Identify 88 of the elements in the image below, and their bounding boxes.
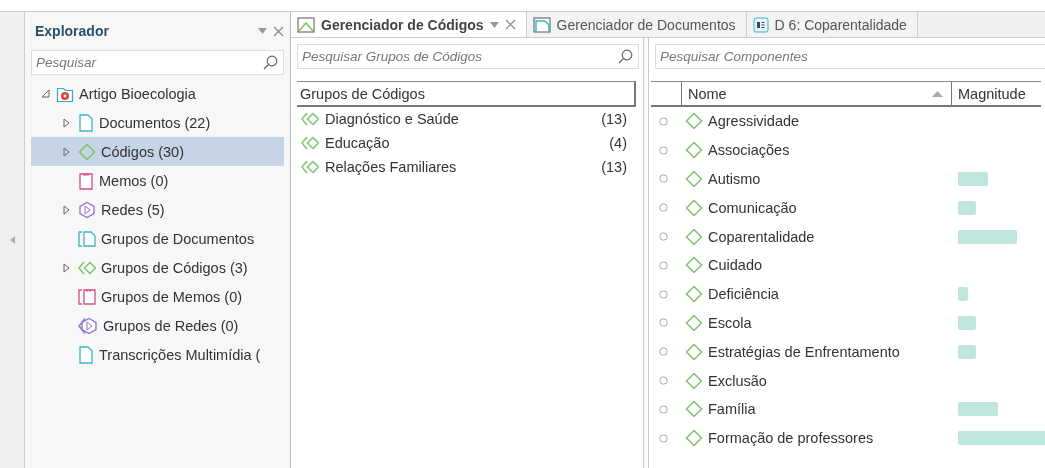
diamond-icon: [685, 198, 703, 217]
diamond-icon: [685, 141, 703, 160]
diamond-icon: [685, 256, 703, 275]
code-manager-icon: [297, 16, 315, 33]
magnitude-bar: [958, 229, 1017, 244]
code-item[interactable]: Exclusão: [681, 371, 951, 390]
network-group-icon: [78, 316, 98, 335]
diamond-icon: [685, 170, 703, 188]
tree-item[interactable]: Grupos de Documentos: [31, 224, 284, 253]
collapsed-side-panel[interactable]: [0, 11, 25, 468]
tree-item[interactable]: Documentos (22): [31, 108, 284, 137]
radio-icon: [659, 289, 668, 299]
code-group-icon: [301, 136, 319, 150]
network-icon: [78, 200, 96, 219]
search-icon: [618, 49, 633, 64]
code-item[interactable]: Coparentalidade: [681, 227, 951, 246]
left-arrow-icon: [9, 236, 15, 244]
magnitude-bar: [958, 344, 976, 359]
list-item[interactable]: Relações Familiares (13): [297, 155, 639, 179]
tab-menu-icon: [489, 21, 499, 28]
radio-icon: [659, 203, 668, 213]
code-item[interactable]: Formação de professores: [681, 429, 951, 448]
diamond-icon: [685, 227, 703, 246]
radio-icon: [659, 174, 668, 184]
search-icon: [263, 55, 278, 70]
document-icon: [78, 345, 94, 364]
radio-icon: [659, 145, 668, 155]
radio-icon: [659, 232, 668, 242]
diamond-icon: [685, 112, 703, 131]
magnitude-bar: [958, 200, 976, 215]
tab[interactable]: Gerenciador de Códigos: [291, 12, 527, 37]
search-field[interactable]: Pesquisar Componentes: [655, 44, 1045, 69]
document-icon: [752, 16, 769, 33]
diamond-icon: [685, 400, 703, 419]
magnitude-bar: [958, 315, 976, 330]
magnitude-bar: [958, 402, 998, 417]
radio-icon: [659, 116, 668, 126]
radio-icon: [659, 260, 668, 270]
code-item[interactable]: Agressividade: [681, 112, 951, 131]
column-header[interactable]: Nome: [681, 82, 951, 105]
panel-title: Explorador: [35, 23, 109, 39]
radio-icon: [659, 433, 668, 443]
diamond-icon: [78, 142, 96, 161]
tree-item[interactable]: Grupos de Códigos (3): [31, 253, 284, 282]
column-header[interactable]: Magnitude: [951, 82, 1041, 105]
tree-item[interactable]: Códigos (30): [31, 137, 284, 166]
tree-item[interactable]: Memos (0): [31, 166, 284, 195]
radio-icon: [659, 347, 668, 357]
tree-item[interactable]: Grupos de Redes (0): [31, 311, 284, 340]
list-item[interactable]: Diagnóstico e Saúde (13): [297, 107, 639, 131]
search-field[interactable]: Pesquisar: [31, 50, 284, 75]
diamond-icon: [685, 285, 703, 304]
tree-item[interactable]: Grupos de Memos (0): [31, 282, 284, 311]
document-icon: [78, 113, 94, 132]
document-group-icon: [78, 229, 96, 248]
column-header[interactable]: Grupos de Códigos: [297, 81, 636, 107]
code-item[interactable]: Escola: [681, 313, 951, 332]
magnitude-bar: [958, 287, 968, 302]
diamond-icon: [685, 371, 703, 390]
tree-item[interactable]: Transcrições Multimídia (: [31, 340, 284, 369]
code-item[interactable]: Autismo: [681, 170, 951, 188]
code-item[interactable]: Família: [681, 400, 951, 419]
radio-icon: [659, 318, 668, 328]
code-item[interactable]: Associações: [681, 141, 951, 160]
tree-item[interactable]: Redes (5): [31, 195, 284, 224]
diamond-icon: [685, 313, 703, 332]
list-item[interactable]: Educação (4): [297, 131, 639, 155]
code-item[interactable]: Estratégias de Enfrentamento: [681, 342, 951, 361]
code-group-icon: [301, 160, 319, 174]
code-item[interactable]: Comunicação: [681, 198, 951, 217]
radio-icon: [659, 376, 668, 386]
caret-icon: [258, 28, 267, 34]
close-icon: [273, 25, 284, 37]
memo-icon: [78, 171, 94, 190]
diamond-icon: [685, 342, 703, 361]
radio-icon: [659, 404, 668, 414]
code-group-icon: [301, 112, 319, 126]
code-item[interactable]: Deficiência: [681, 285, 951, 304]
magnitude-bar: [958, 172, 988, 186]
document-manager-icon: [532, 16, 551, 33]
code-group-icon: [78, 260, 96, 275]
diamond-icon: [685, 429, 703, 448]
memo-group-icon: [78, 287, 96, 306]
close-icon: [504, 19, 516, 30]
sort-arrow-icon: [932, 90, 943, 97]
code-item[interactable]: Cuidado: [681, 256, 951, 275]
tree-item[interactable]: Artigo Bioecologia: [31, 79, 284, 108]
search-field[interactable]: Pesquisar Grupos de Códigos: [297, 44, 639, 69]
